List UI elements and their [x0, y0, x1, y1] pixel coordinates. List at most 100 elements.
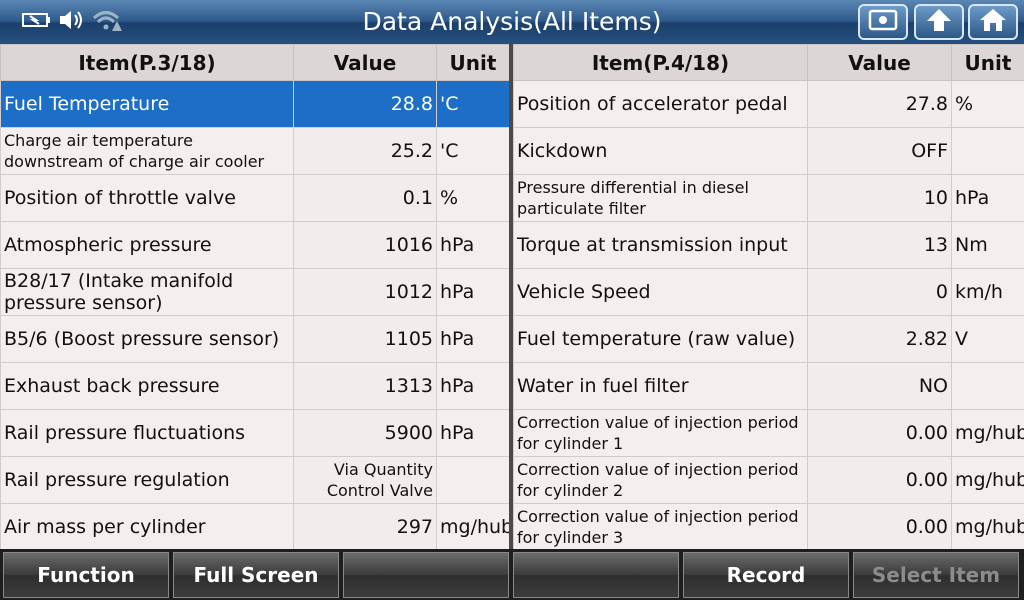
item-unit: mg/hub — [951, 503, 1024, 551]
back-icon — [925, 7, 953, 37]
item-value: 25.2 — [293, 127, 437, 175]
item-unit: V — [951, 315, 1024, 363]
column-header-value[interactable]: Value — [293, 44, 437, 81]
table-row[interactable]: Air mass per cylinder 297 mg/hub — [0, 503, 513, 551]
item-name: Position of accelerator pedal — [513, 80, 808, 128]
item-value: 28.8 — [293, 80, 437, 128]
item-unit: hPa — [436, 409, 510, 457]
item-value: 1105 — [293, 315, 437, 363]
table-row[interactable]: B28/17 (Intake manifold pressure sensor)… — [0, 268, 510, 316]
item-value: 10 — [807, 174, 952, 222]
item-unit: hPa — [951, 174, 1024, 222]
item-value: 27.8 — [807, 80, 952, 128]
column-header-item[interactable]: Item(P.3/18) — [0, 44, 294, 81]
item-unit: hPa — [436, 268, 510, 316]
item-value: 0.1 — [293, 174, 437, 222]
empty-button-4[interactable] — [513, 552, 679, 598]
item-value: 1016 — [293, 221, 437, 269]
item-name: Pressure differential in diesel particul… — [513, 174, 808, 222]
screenshot-icon — [868, 9, 898, 35]
item-name: Fuel Temperature — [0, 80, 294, 128]
empty-button-3[interactable] — [343, 552, 509, 598]
table-row[interactable]: Atmospheric pressure 1016 hPa — [0, 221, 510, 269]
record-button[interactable]: Record — [683, 552, 849, 598]
column-header-unit[interactable]: Unit — [951, 44, 1024, 81]
table-row[interactable]: Fuel temperature (raw value) 2.82 V — [513, 315, 1024, 363]
home-button[interactable] — [968, 4, 1018, 40]
table-row[interactable]: Kickdown OFF — [513, 127, 1024, 175]
item-unit: mg/hub — [436, 503, 513, 551]
item-value: 2.82 — [807, 315, 952, 363]
item-unit: hPa — [436, 221, 510, 269]
table-row[interactable]: Correction value of injection period for… — [513, 503, 1024, 551]
item-unit — [951, 362, 1024, 410]
item-name: Torque at transmission input — [513, 221, 808, 269]
item-name: Correction value of injection period for… — [513, 456, 808, 504]
item-unit: mg/hub — [951, 456, 1024, 504]
item-name: Exhaust back pressure — [0, 362, 294, 410]
item-name: Kickdown — [513, 127, 808, 175]
table-row[interactable]: Fuel Temperature 28.8 'C — [0, 80, 510, 128]
item-value: 0 — [807, 268, 952, 316]
item-value: OFF — [807, 127, 952, 175]
table-row[interactable]: Correction value of injection period for… — [513, 456, 1024, 504]
item-value: 0.00 — [807, 456, 952, 504]
item-unit: km/h — [951, 268, 1024, 316]
table-row[interactable]: Pressure differential in diesel particul… — [513, 174, 1024, 222]
title-bar: Data Analysis(All Items) — [0, 0, 1024, 44]
back-button[interactable] — [914, 4, 964, 40]
column-header-item[interactable]: Item(P.4/18) — [513, 44, 808, 81]
item-unit: mg/hub — [951, 409, 1024, 457]
item-unit: hPa — [436, 362, 510, 410]
item-unit: 'C — [436, 127, 510, 175]
item-value: 0.00 — [807, 409, 952, 457]
item-unit: % — [951, 80, 1024, 128]
table-row[interactable]: Correction value of injection period for… — [513, 409, 1024, 457]
item-name: Correction value of injection period for… — [513, 409, 808, 457]
function-button[interactable]: Function — [3, 552, 169, 598]
item-value: 1012 — [293, 268, 437, 316]
table-row[interactable]: Vehicle Speed 0 km/h — [513, 268, 1024, 316]
item-name: Position of throttle valve — [0, 174, 294, 222]
table-row[interactable]: Charge air temperature downstream of cha… — [0, 127, 510, 175]
item-name: Vehicle Speed — [513, 268, 808, 316]
table-row[interactable]: Position of throttle valve 0.1% — [0, 174, 510, 222]
left-data-table: Item(P.3/18) Value Unit Fuel Temperature… — [0, 44, 513, 551]
item-unit — [951, 127, 1024, 175]
item-unit: 'C — [436, 80, 510, 128]
item-value: 13 — [807, 221, 952, 269]
item-name: Atmospheric pressure — [0, 221, 294, 269]
select-item-button[interactable]: Select Item — [853, 552, 1019, 598]
item-unit: hPa — [436, 315, 510, 363]
item-value: Via Quantity Control Valve — [293, 456, 437, 504]
right-data-table: Item(P.4/18) Value Unit Position of acce… — [513, 44, 1024, 551]
item-name: Air mass per cylinder — [0, 503, 294, 551]
item-name: Charge air temperature downstream of cha… — [0, 127, 294, 175]
table-row[interactable]: Exhaust back pressure 1313 hPa — [0, 362, 510, 410]
item-name: Fuel temperature (raw value) — [513, 315, 808, 363]
item-unit: Nm — [951, 221, 1024, 269]
table-row[interactable]: Rail pressure fluctuations 5900 hPa — [0, 409, 510, 457]
table-row[interactable]: Water in fuel filter NO — [513, 362, 1024, 410]
column-header-unit[interactable]: Unit — [436, 44, 510, 81]
bottom-toolbar: Function Full Screen Record Select Item — [0, 549, 1024, 600]
item-name: Rail pressure fluctuations — [0, 409, 294, 457]
item-value: 5900 — [293, 409, 437, 457]
column-header-value[interactable]: Value — [807, 44, 952, 81]
item-name: Water in fuel filter — [513, 362, 808, 410]
table-row[interactable]: Position of accelerator pedal 27.8% — [513, 80, 1024, 128]
item-name: B28/17 (Intake manifold pressure sensor) — [0, 268, 294, 316]
table-row[interactable]: Rail pressure regulation Via Quantity Con… — [0, 456, 510, 504]
item-unit — [436, 456, 510, 504]
item-value: 297 — [293, 503, 437, 551]
table-row[interactable]: B5/6 (Boost pressure sensor) 1105 hPa — [0, 315, 510, 363]
full-screen-button[interactable]: Full Screen — [173, 552, 339, 598]
item-name: Rail pressure regulation — [0, 456, 294, 504]
screenshot-button[interactable] — [858, 4, 908, 40]
table-header-row: Item(P.4/18) Value Unit — [513, 44, 1024, 81]
table-row[interactable]: Torque at transmission input 13 Nm — [513, 221, 1024, 269]
item-unit: % — [436, 174, 510, 222]
item-name: Correction value of injection period for… — [513, 503, 808, 551]
table-header-row: Item(P.3/18) Value Unit — [0, 44, 510, 81]
item-name: B5/6 (Boost pressure sensor) — [0, 315, 294, 363]
